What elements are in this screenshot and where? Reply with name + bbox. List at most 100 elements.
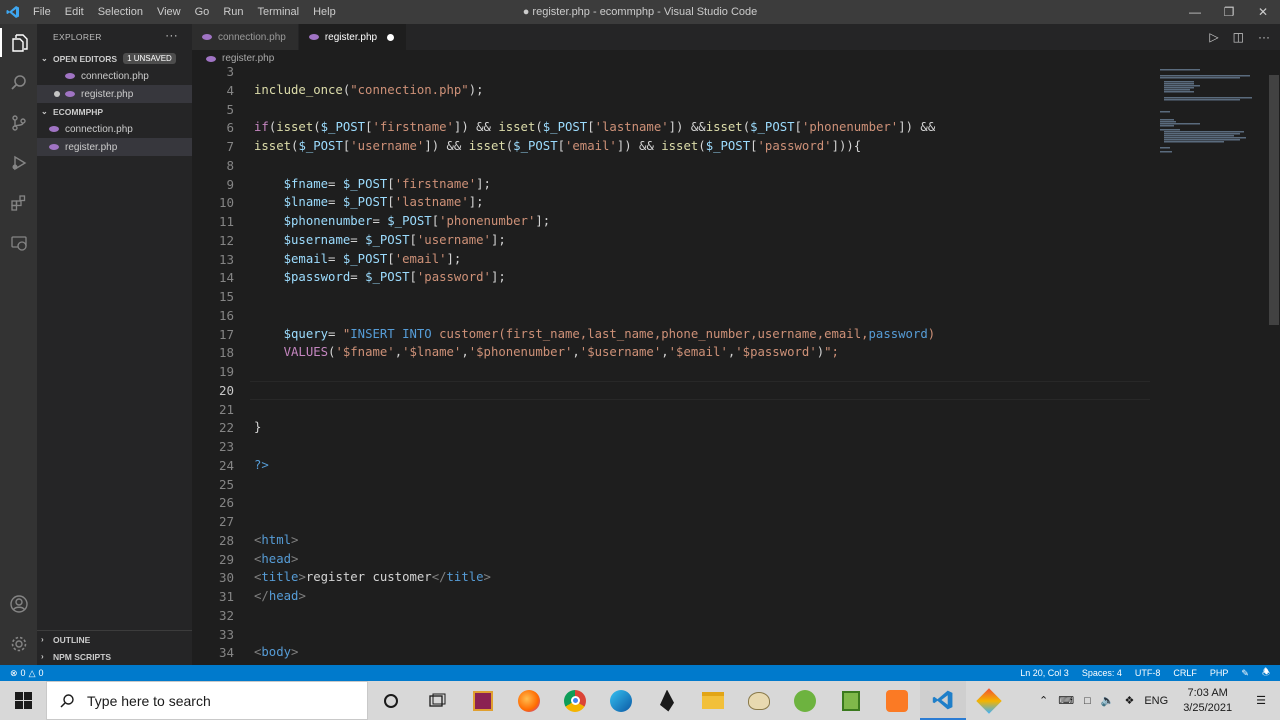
file-register[interactable]: register.php [37, 138, 192, 156]
outline-section[interactable]: › OUTLINE [37, 631, 192, 648]
code-line[interactable]: 16 [192, 306, 1252, 325]
menu-run[interactable]: Run [216, 6, 250, 18]
taskbar-search-box[interactable]: Type here to search [46, 681, 368, 720]
code-line[interactable]: 26 [192, 493, 1252, 512]
notifications-bell-icon[interactable]: 🕭 [1262, 665, 1270, 681]
code-line[interactable]: 8 [192, 156, 1252, 175]
open-editors-section[interactable]: ⌄ OPEN EDITORS 1 UNSAVED [37, 50, 192, 67]
volume-icon[interactable]: 🔈 [1096, 694, 1120, 707]
code-line[interactable]: 19 [192, 362, 1252, 381]
menu-go[interactable]: Go [188, 6, 217, 18]
editor-scrollbar[interactable] [1268, 67, 1280, 665]
cortana-icon[interactable] [368, 681, 414, 720]
tab-connection[interactable]: connection.php [192, 24, 299, 50]
code-line[interactable]: 12 $username= $_POST['username']; [192, 231, 1252, 250]
menu-view[interactable]: View [150, 6, 188, 18]
minimap[interactable] [1160, 67, 1266, 665]
indentation[interactable]: Spaces: 4 [1082, 668, 1122, 678]
code-editor[interactable]: 3 4 include_once("connection.php"); 5 6 if(is… [192, 67, 1280, 665]
windows-start-icon[interactable] [0, 681, 46, 720]
code-line[interactable]: 24 ?> [192, 456, 1252, 475]
dropbox-icon[interactable]: ❖ [1119, 694, 1139, 707]
unsaved-dot-icon[interactable] [387, 33, 395, 41]
code-line[interactable]: 31 </head> [192, 587, 1252, 606]
edge-icon[interactable] [598, 681, 644, 720]
code-line[interactable]: 30 <title>register customer</title> [192, 568, 1252, 587]
code-line[interactable]: 18 VALUES('$fname','$lname','$phonenumbe… [192, 343, 1252, 362]
language-indicator[interactable]: ENG [1139, 695, 1173, 707]
run-debug-icon[interactable] [4, 148, 33, 177]
code-line[interactable]: 21 [192, 400, 1252, 419]
action-center-icon[interactable]: ☰ [1242, 694, 1280, 707]
code-line[interactable]: 14 $password= $_POST['password']; [192, 268, 1252, 287]
notepad-icon[interactable] [828, 681, 874, 720]
code-line[interactable]: 27 [192, 512, 1252, 531]
open-editor-connection[interactable]: connection.php [37, 67, 192, 85]
encoding[interactable]: UTF-8 [1135, 668, 1161, 678]
code-line[interactable]: 4 include_once("connection.php"); [192, 81, 1252, 100]
tab-register[interactable]: register.php [298, 24, 408, 50]
chrome-icon[interactable] [552, 681, 598, 720]
search-icon[interactable] [4, 68, 33, 97]
cursor-position[interactable]: Ln 20, Col 3 [1020, 668, 1069, 678]
code-line[interactable]: 29 <head> [192, 550, 1252, 569]
code-line[interactable]: 3 [192, 67, 1252, 81]
clock[interactable]: 7:03 AM 3/25/2021 [1173, 686, 1242, 716]
winrar-icon[interactable] [460, 681, 506, 720]
file-explorer-icon[interactable] [690, 681, 736, 720]
end-of-line[interactable]: CRLF [1173, 668, 1197, 678]
menu-selection[interactable]: Selection [91, 6, 150, 18]
code-line[interactable]: 33 [192, 625, 1252, 644]
menu-edit[interactable]: Edit [58, 6, 91, 18]
close-button[interactable]: ✕ [1246, 0, 1280, 24]
chat-icon[interactable]: □ [1079, 695, 1096, 707]
code-line[interactable]: 25 [192, 475, 1252, 494]
code-line[interactable]: 22} [192, 418, 1252, 437]
code-line[interactable]: 17 $query= "INSERT INTO customer(first_n… [192, 325, 1252, 344]
chevron-up-icon[interactable]: ⌃ [1034, 694, 1053, 707]
extensions-icon[interactable] [4, 188, 33, 217]
xampp-icon[interactable] [874, 681, 920, 720]
code-line[interactable]: 10 $lname= $_POST['lastname']; [192, 193, 1252, 212]
source-control-icon[interactable] [4, 108, 33, 137]
firefox-icon[interactable] [506, 681, 552, 720]
menu-help[interactable]: Help [306, 6, 343, 18]
inkscape-icon[interactable] [644, 681, 690, 720]
code-line[interactable]: 34 <body> [192, 643, 1252, 662]
minimize-button[interactable]: — [1178, 0, 1212, 24]
code-line[interactable]: 20 [192, 380, 1252, 400]
explorer-icon[interactable] [0, 28, 37, 57]
problems-indicator[interactable]: ⊗ 0 △ 0 [0, 668, 44, 679]
split-editor-icon[interactable]: ◫ [1233, 30, 1244, 44]
code-line[interactable]: 7 isset($_POST['username']) && isset($_PO… [192, 137, 1252, 156]
keyboard-icon[interactable]: ⌨ [1053, 694, 1079, 707]
feedback-icon[interactable]: ✎ [1241, 668, 1249, 679]
breadcrumb-file[interactable]: register.php [222, 53, 274, 64]
remote-explorer-icon[interactable] [4, 228, 33, 257]
code-line[interactable]: 13 $email= $_POST['email']; [192, 250, 1252, 269]
code-line[interactable]: 32 [192, 606, 1252, 625]
task-view-icon[interactable] [414, 681, 460, 720]
paint-icon[interactable] [736, 681, 782, 720]
npm-scripts-section[interactable]: › NPM SCRIPTS [37, 648, 192, 665]
open-editor-register[interactable]: register.php [37, 85, 192, 103]
code-line[interactable]: 11 $phonenumber= $_POST['phonenumber']; [192, 212, 1252, 231]
menu-file[interactable]: File [26, 6, 58, 18]
language-mode[interactable]: PHP [1210, 668, 1229, 678]
menu-terminal[interactable]: Terminal [251, 6, 307, 18]
code-line[interactable]: 15 [192, 287, 1252, 306]
spring-tool-icon[interactable] [782, 681, 828, 720]
vscode-taskbar-icon[interactable] [920, 681, 966, 720]
run-file-icon[interactable]: ▷ [1209, 30, 1218, 44]
maximize-button[interactable]: ❐ [1212, 0, 1246, 24]
settings-gear-icon[interactable] [4, 629, 33, 658]
account-icon[interactable] [4, 589, 33, 618]
code-line[interactable]: 6 if(isset($_POST['firstname']) && isset(… [192, 118, 1252, 137]
more-actions-icon[interactable]: ··· [165, 29, 178, 41]
code-line[interactable]: 23 [192, 437, 1252, 456]
code-line[interactable]: 9 $fname= $_POST['firstname']; [192, 175, 1252, 194]
git-icon[interactable] [966, 681, 1012, 720]
scrollbar-thumb[interactable] [1269, 75, 1279, 325]
more-actions-icon[interactable]: ··· [1258, 30, 1270, 44]
folder-section[interactable]: ⌄ ECOMMPHP [37, 103, 192, 120]
